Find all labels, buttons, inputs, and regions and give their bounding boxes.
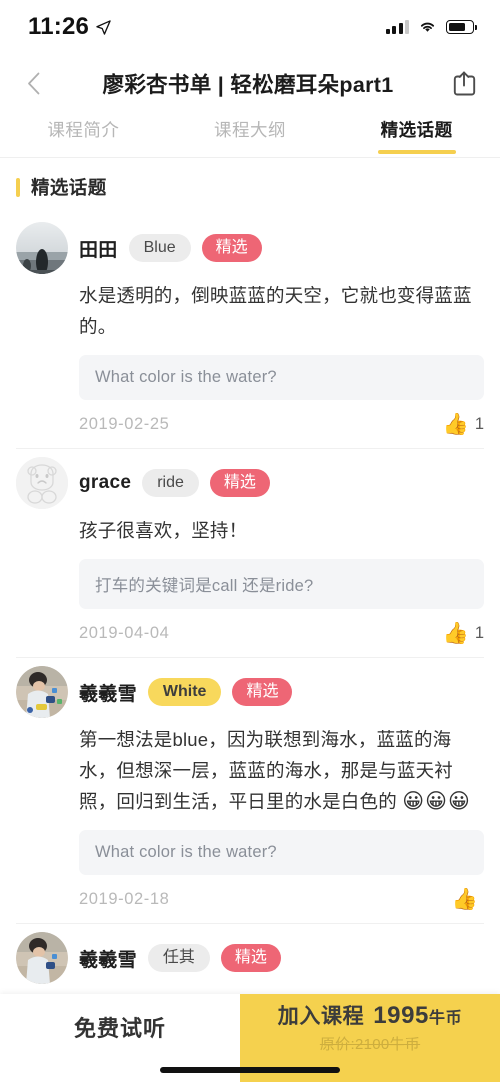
comment-tag[interactable]: Blue: [128, 233, 191, 263]
featured-badge: 精选: [232, 677, 293, 707]
join-course-main: 加入课程 1995牛币: [278, 1000, 462, 1030]
featured-badge: 精选: [201, 233, 262, 263]
back-button[interactable]: [16, 64, 50, 102]
tab-bar: 课程简介 课程大纲 精选话题: [0, 112, 500, 158]
tab-label: 精选话题: [380, 120, 453, 140]
comment-tag[interactable]: ride: [142, 468, 199, 498]
comment-tag[interactable]: 任其: [147, 943, 210, 973]
join-course-price-group: 1995牛币: [373, 1002, 462, 1030]
comment-feed: 田田 Blue 精选 水是透明的，倒映蓝蓝的天空，它就也变得蓝蓝的。 What …: [0, 214, 500, 984]
like-count: 1: [474, 414, 484, 433]
comment-header: 羲羲雪 任其 精选: [16, 932, 484, 984]
comment-username: 田田: [79, 239, 118, 261]
join-course-currency: 牛币: [429, 1010, 463, 1027]
comment-quote: What color is the water?: [79, 355, 484, 400]
featured-badge: 精选: [220, 943, 281, 973]
home-indicator: [160, 1067, 340, 1073]
status-indicators: [385, 20, 477, 34]
comment-tag[interactable]: White: [147, 677, 222, 707]
like-count: 1: [474, 623, 484, 642]
section-title: 精选话题: [31, 177, 107, 198]
avatar-image: [16, 457, 68, 509]
like-button[interactable]: 👍 1: [443, 414, 484, 435]
comment-username: 羲羲雪: [79, 949, 137, 971]
tab-underline: [377, 150, 456, 154]
tab-course-outline[interactable]: 课程大纲: [167, 112, 334, 157]
tab-underline: [44, 150, 122, 154]
tab-course-intro[interactable]: 课程简介: [0, 112, 167, 157]
featured-badge: 精选: [209, 468, 270, 498]
chevron-left-icon: [27, 72, 39, 94]
comment-date: 2019-04-04: [79, 623, 170, 642]
join-course-label: 加入课程: [277, 1005, 365, 1028]
comment-username: 羲羲雪: [79, 683, 137, 705]
avatar-image: [16, 222, 68, 274]
comment-text: 水是透明的，倒映蓝蓝的天空，它就也变得蓝蓝的。: [79, 285, 472, 337]
avatar-cartoon-bear[interactable]: [16, 457, 68, 509]
nav-bar: 廖彩杏书单 | 轻松磨耳朵part1: [0, 54, 500, 112]
free-trial-label: 免费试听: [73, 1016, 166, 1041]
avatar-image: [16, 932, 68, 984]
comment-date: 2019-02-25: [79, 414, 170, 433]
comment-footer: 2019-04-04 👍 1: [79, 609, 484, 657]
share-icon: [453, 71, 476, 95]
status-time-group: 11:26: [28, 13, 111, 41]
like-button[interactable]: 👍 1: [443, 623, 484, 644]
comment-text: 第一想法是blue，因为联想到海水，蓝蓝的海水，但想深一层，蓝蓝的海水，那是与蓝…: [79, 718, 484, 817]
tab-label: 课程大纲: [214, 120, 286, 140]
avatar-image: [16, 666, 68, 718]
battery-icon: [446, 20, 477, 34]
comment-footer: 2019-02-18 👍: [79, 875, 484, 923]
cellular-signal-icon: [385, 20, 409, 34]
share-button[interactable]: [446, 64, 482, 102]
comment-item: 田田 Blue 精选 水是透明的，倒映蓝蓝的天空，它就也变得蓝蓝的。 What …: [0, 214, 500, 448]
comment-emoji: 😀😀😀: [402, 790, 471, 813]
comment-quote: What color is the water?: [79, 830, 484, 875]
wifi-icon: [420, 22, 435, 32]
status-bar: 11:26: [0, 0, 500, 54]
location-arrow-icon: [96, 19, 111, 35]
comment-item: 羲羲雪 任其 精选: [0, 924, 500, 984]
thumbs-up-icon: 👍: [442, 621, 469, 645]
status-time: 11:26: [28, 13, 90, 40]
original-price: 原价:2100牛币: [319, 1036, 421, 1053]
comment-footer: 2019-02-25 👍 1: [79, 400, 484, 448]
comment-text: 孩子很喜欢，坚持！: [79, 520, 248, 541]
avatar-landscape-photo[interactable]: [16, 222, 68, 274]
page-title: 廖彩杏书单 | 轻松磨耳朵part1: [102, 72, 394, 97]
tab-featured-topics[interactable]: 精选话题: [333, 112, 500, 157]
comment-header: 羲羲雪 White 精选: [16, 666, 484, 718]
comment-item: grace ride 精选 孩子很喜欢，坚持！ 打车的关键词是call 还是ri…: [0, 449, 500, 657]
section-header: 精选话题: [0, 158, 500, 214]
comment-item: 羲羲雪 White 精选 第一想法是blue，因为联想到海水，蓝蓝的海水，但想深…: [0, 658, 500, 923]
comment-header: grace ride 精选: [16, 457, 484, 509]
tab-underline: [211, 150, 289, 154]
comment-header: 田田 Blue 精选: [16, 222, 484, 274]
avatar-child-photo[interactable]: [16, 932, 68, 984]
comment-date: 2019-02-18: [79, 889, 170, 908]
tab-label: 课程简介: [47, 120, 120, 140]
comment-text-content: 第一想法是blue，因为联想到海水，蓝蓝的海水，但想深一层，蓝蓝的海水，那是与蓝…: [79, 729, 454, 812]
thumbs-up-icon: 👍: [442, 412, 469, 436]
thumbs-up-icon: 👍: [451, 887, 478, 911]
bottom-action-bar: 免费试听 加入课程 1995牛币 原价:2100牛币: [0, 994, 500, 1082]
comment-quote: 打车的关键词是call 还是ride?: [79, 559, 484, 609]
avatar-child-photo[interactable]: [16, 666, 68, 718]
section-accent-bar: [16, 177, 20, 197]
join-course-price: 1995: [373, 1002, 429, 1029]
like-button[interactable]: 👍: [452, 889, 484, 910]
comment-username: grace: [79, 472, 132, 493]
